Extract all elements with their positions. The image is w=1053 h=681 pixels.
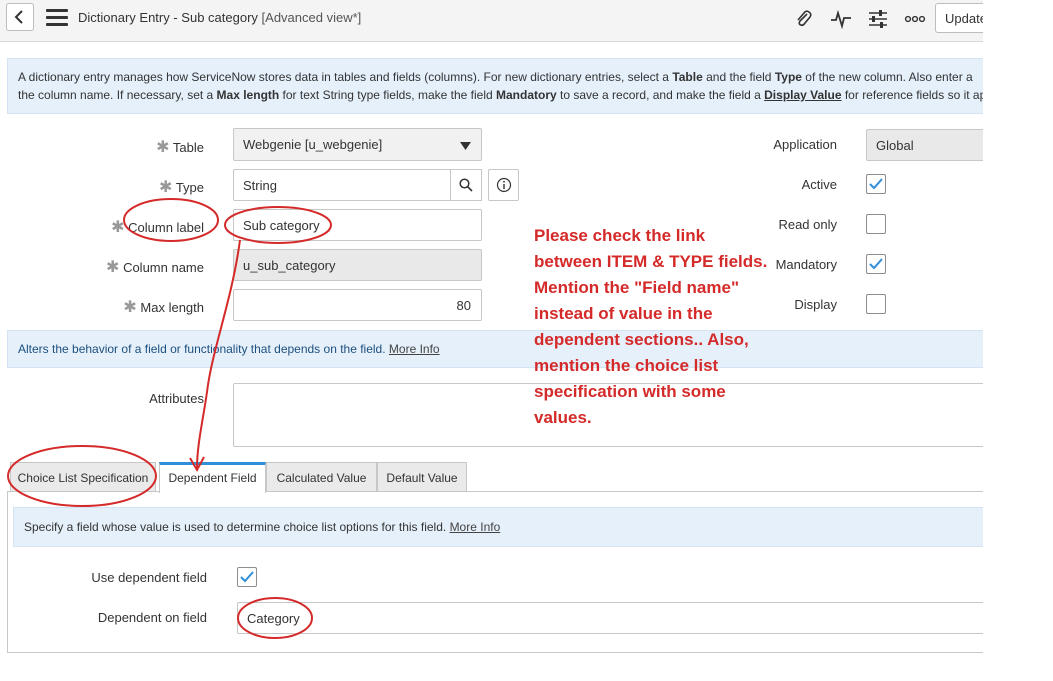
column-name-field-label: ✱ Column name [100, 257, 204, 277]
more-icon[interactable] [903, 8, 927, 30]
panel-more-info-link[interactable]: More Info [450, 520, 501, 534]
dependent-on-field-label: Dependent on field [97, 610, 207, 625]
back-button[interactable] [6, 3, 34, 31]
info-bold-max-length: Max length [216, 88, 280, 102]
dictionary-entry-form-app: Dictionary Entry - Sub category [Advance… [0, 0, 983, 681]
info-line-1: A dictionary entry manages how ServiceNo… [18, 68, 983, 86]
panel-banner-text: Specify a field whose value is used to d… [24, 520, 450, 534]
tab-dependent-field[interactable]: Dependent Field [159, 462, 266, 493]
attributes-field-label: Attributes [149, 391, 204, 406]
info-text: the column name. If necessary, set a [18, 88, 217, 102]
max-length-label-text: Max length [140, 300, 204, 315]
dependent-info-banner: Alters the behavior of a field or functi… [7, 330, 983, 368]
active-checkbox[interactable] [866, 174, 886, 194]
info-text: of the new column. Also enter a [801, 70, 973, 84]
use-dependent-checkbox[interactable] [237, 567, 257, 587]
checkmark-icon [240, 571, 254, 583]
menu-icon[interactable] [46, 9, 68, 27]
application-value: Global [876, 138, 914, 153]
display-checkbox[interactable] [866, 294, 886, 314]
back-icon [14, 10, 23, 24]
column-label-label-text: Column label [128, 220, 204, 235]
tab-calculated-value[interactable]: Calculated Value [266, 462, 377, 492]
info-text: for reference fields so it app [841, 88, 983, 102]
search-icon [459, 178, 473, 192]
required-icon: ✱ [159, 179, 173, 196]
activity-icon[interactable] [829, 8, 853, 30]
dependent-banner-text: Alters the behavior of a field or functi… [18, 342, 389, 356]
paperclip-icon[interactable] [792, 8, 816, 30]
dependent-on-field-input[interactable]: Category [237, 602, 983, 634]
type-info-button[interactable] [488, 169, 519, 201]
max-length-value: 80 [456, 298, 471, 313]
info-bold-table: Table [672, 70, 703, 84]
checkmark-icon [869, 258, 883, 270]
column-label-value: Sub category [243, 218, 320, 233]
column-name-value: u_sub_category [243, 258, 336, 273]
info-text: for text String type fields, make the fi… [279, 88, 496, 102]
required-icon: ✱ [156, 139, 170, 156]
application-field-label: Application [773, 137, 837, 152]
info-line-2: the column name. If necessary, set a Max… [18, 86, 983, 104]
max-length-input[interactable]: 80 [233, 289, 482, 321]
info-bold-mandatory: Mandatory [496, 88, 557, 102]
table-field-label: ✱ Table [100, 137, 204, 157]
required-icon: ✱ [123, 299, 137, 316]
record-title: Dictionary Entry - Sub category [78, 10, 258, 25]
required-icon: ✱ [106, 259, 120, 276]
column-label-field-label: ✱ Column label [100, 217, 204, 237]
type-lookup-button[interactable] [450, 169, 482, 201]
more-info-link[interactable]: More Info [389, 342, 440, 356]
application-field: Global [866, 129, 983, 161]
tab-choice-list-specification[interactable]: Choice List Specification [10, 462, 156, 492]
type-label-text: Type [175, 180, 204, 195]
table-select[interactable]: Webgenie [u_webgenie] [233, 128, 482, 161]
type-input-value: String [243, 178, 277, 193]
read-only-checkbox[interactable] [866, 214, 886, 234]
column-name-input: u_sub_category [233, 249, 482, 281]
mandatory-checkbox[interactable] [866, 254, 886, 274]
type-field-label: ✱ Type [100, 177, 204, 197]
table-label-text: Table [172, 140, 204, 155]
active-field-label: Active [801, 177, 837, 192]
dependent-panel-banner: Specify a field whose value is used to d… [13, 507, 983, 547]
max-length-field-label: ✱ Max length [100, 297, 204, 317]
dictionary-info-banner: A dictionary entry manages how ServiceNo… [7, 58, 983, 114]
view-indicator: [Advanced view*] [261, 10, 362, 25]
tab-default-value[interactable]: Default Value [377, 462, 467, 492]
display-value-link[interactable]: Display Value [764, 88, 841, 102]
update-button[interactable]: Update [935, 3, 983, 33]
use-dependent-field-label: Use dependent field [91, 570, 207, 585]
dependent-on-value: Category [247, 611, 300, 626]
info-icon [496, 177, 511, 193]
info-bold-type: Type [774, 70, 802, 84]
table-select-value: Webgenie [u_webgenie] [243, 137, 383, 152]
column-label-input[interactable]: Sub category [233, 209, 482, 241]
page-title: Dictionary Entry - Sub category [Advance… [78, 10, 361, 25]
sliders-icon[interactable] [866, 8, 890, 30]
dropdown-arrow-icon [460, 142, 471, 150]
checkmark-icon [869, 178, 883, 190]
info-text: A dictionary entry manages how ServiceNo… [18, 70, 673, 84]
required-icon: ✱ [111, 219, 125, 236]
reviewer-annotation-text: Please check the link between ITEM & TYP… [534, 226, 768, 427]
type-input[interactable]: String [233, 169, 451, 201]
form-header: Dictionary Entry - Sub category [Advance… [0, 0, 983, 42]
info-text: to save a record, and make the field a [556, 88, 765, 102]
column-name-label-text: Column name [123, 260, 204, 275]
info-text: and the field [702, 70, 775, 84]
